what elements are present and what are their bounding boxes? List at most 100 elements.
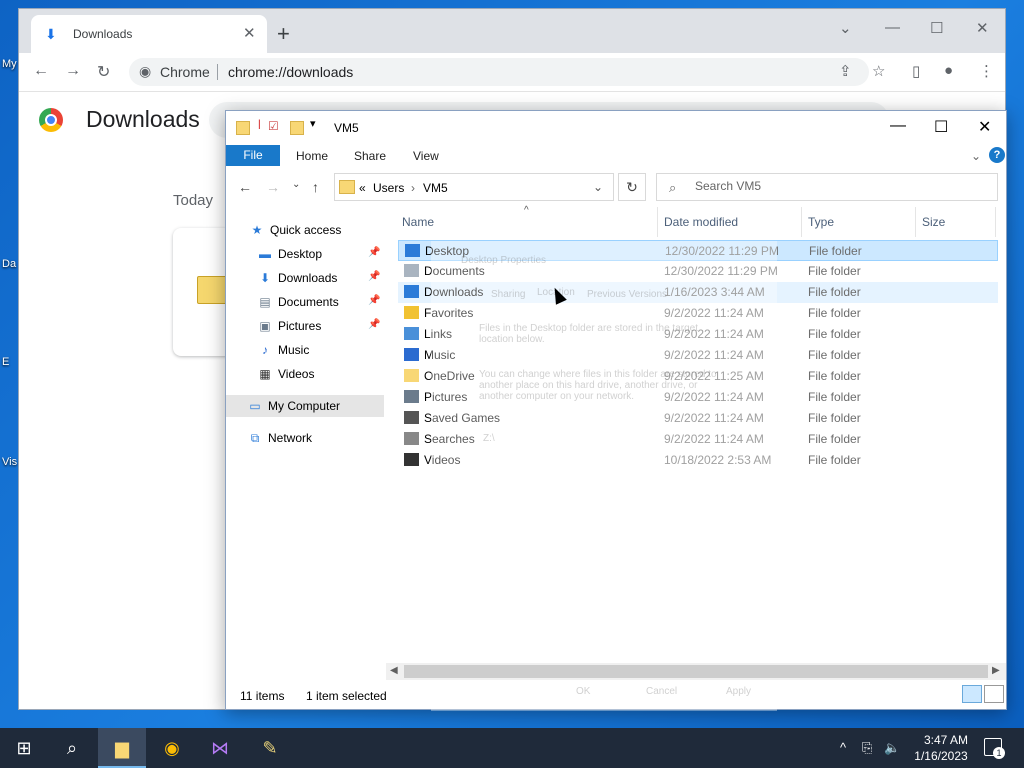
file-type: File folder: [808, 327, 861, 341]
window-title: VM5: [334, 121, 359, 135]
large-icons-view-icon[interactable]: [984, 685, 1004, 703]
file-type: File folder: [808, 390, 861, 404]
nav-item-my-computer[interactable]: ▭ My Computer: [226, 395, 384, 417]
nav-item-label: Music: [278, 343, 310, 357]
scrollbar-thumb[interactable]: [404, 665, 988, 678]
clock-time[interactable]: 3:47 AM: [916, 733, 976, 747]
ribbon-home-tab[interactable]: Home: [296, 149, 328, 163]
file-explorer-window: | ☑ ▾ VM5 — ☐ ✕ File Home Share View ⌄ ?…: [225, 110, 1007, 711]
film-icon: ▦: [259, 367, 271, 381]
maximize-button[interactable]: ☐: [930, 19, 943, 37]
nav-item-pictures[interactable]: ▣ Pictures 📌: [226, 315, 384, 337]
desktop-icon-label[interactable]: Da: [2, 258, 16, 270]
close-tab-icon[interactable]: ✕: [243, 24, 256, 42]
date-heading: Today: [173, 192, 214, 209]
desktop-icon-label[interactable]: E: [2, 356, 9, 368]
nav-item-downloads[interactable]: ⬇ Downloads 📌: [226, 267, 384, 289]
clock-date[interactable]: 1/16/2023: [910, 749, 972, 763]
ribbon-view-tab[interactable]: View: [413, 149, 439, 163]
minimize-button[interactable]: —: [890, 117, 906, 135]
documents-icon: ▤: [259, 295, 271, 309]
pin-icon[interactable]: 📌: [368, 247, 380, 258]
omnibox[interactable]: ◉ Chrome chrome://downloads: [129, 58, 869, 86]
close-window-button[interactable]: ✕: [978, 117, 991, 137]
forward-arrow-icon[interactable]: →: [266, 179, 280, 195]
search-box[interactable]: ⌕: [656, 173, 998, 201]
network-status-icon[interactable]: ⎘: [862, 740, 872, 756]
dialog-tab-sharing: Sharing: [491, 289, 526, 300]
saved-games-icon: [404, 411, 419, 424]
maximize-button[interactable]: ☐: [934, 117, 948, 137]
new-folder-icon[interactable]: [290, 121, 304, 135]
nav-item-videos[interactable]: ▦ Videos: [226, 363, 384, 385]
desktop-icon-label[interactable]: Vis: [2, 456, 17, 468]
column-header-date-modified[interactable]: Date modified: [658, 207, 802, 237]
chrome-site-icon[interactable]: ◉: [139, 63, 151, 80]
address-bar[interactable]: « Users › VM5 ⌄: [334, 173, 614, 201]
page-title: Downloads: [86, 106, 200, 132]
network-icon: ⧉: [250, 431, 260, 445]
documents-icon: [404, 264, 419, 277]
expand-ribbon-chevron-icon[interactable]: ⌄: [971, 149, 981, 163]
horizontal-scrollbar[interactable]: ◀ ▶: [386, 663, 1006, 680]
nav-item-documents[interactable]: ▤ Documents 📌: [226, 291, 384, 313]
quick-access-dropdown-icon[interactable]: ▾: [310, 117, 316, 130]
sort-ascending-icon: ^: [524, 205, 529, 216]
pin-icon[interactable]: 📌: [368, 319, 380, 330]
profile-avatar-icon[interactable]: ●: [944, 62, 953, 79]
minimize-button[interactable]: —: [885, 19, 900, 36]
nav-item-network[interactable]: ⧉ Network: [226, 427, 384, 449]
notifications-icon[interactable]: 1: [984, 738, 1005, 759]
back-button[interactable]: ←: [33, 62, 49, 80]
refresh-icon[interactable]: ↻: [618, 173, 646, 201]
properties-checkmark-icon[interactable]: ☑: [268, 119, 279, 133]
close-window-button[interactable]: ✕: [976, 19, 989, 37]
new-tab-button[interactable]: +: [277, 23, 290, 45]
file-type: File folder: [808, 369, 861, 383]
bookmark-star-icon[interactable]: ☆: [872, 62, 885, 80]
url-text[interactable]: chrome://downloads: [228, 64, 353, 80]
nav-item-music[interactable]: ♪ Music: [226, 339, 384, 361]
nav-item-label: Desktop: [278, 247, 323, 261]
search-input[interactable]: [693, 178, 987, 194]
nav-item-desktop[interactable]: ▬ Desktop 📌: [226, 243, 384, 265]
reload-button[interactable]: ↻: [97, 62, 110, 82]
recent-locations-chevron-icon[interactable]: ⌄: [292, 179, 300, 190]
scroll-left-icon[interactable]: ◀: [390, 665, 398, 676]
show-hidden-icons-chevron-icon[interactable]: ^: [840, 740, 846, 755]
download-item-card[interactable]: [173, 228, 233, 356]
volume-icon[interactable]: 🔈: [884, 740, 900, 756]
back-arrow-icon[interactable]: ←: [238, 179, 252, 195]
file-type: File folder: [808, 453, 861, 467]
nav-item-label: Downloads: [278, 271, 338, 285]
address-dropdown-icon[interactable]: ⌄: [593, 180, 603, 194]
ribbon-share-tab[interactable]: Share: [354, 149, 386, 163]
column-header-size[interactable]: Size: [916, 207, 996, 237]
file-type: File folder: [808, 285, 861, 299]
ribbon-file-tab[interactable]: File: [226, 145, 280, 166]
desktop-icon-label[interactable]: My: [2, 58, 17, 70]
tab-search-chevron-icon[interactable]: ⌄: [839, 19, 852, 37]
scroll-right-icon[interactable]: ▶: [992, 665, 1000, 676]
up-arrow-icon[interactable]: ↑: [312, 179, 319, 195]
folder-icon: [339, 180, 355, 194]
nav-item-quick-access[interactable]: ★ Quick access: [226, 219, 384, 241]
pin-icon[interactable]: 📌: [368, 295, 380, 306]
breadcrumb-overflow[interactable]: «: [359, 181, 366, 195]
download-arrow-icon: ⬇: [259, 271, 271, 285]
breadcrumb-vm5[interactable]: VM5: [423, 181, 448, 195]
notification-count: 1: [993, 747, 1005, 759]
details-view-icon[interactable]: [962, 685, 982, 703]
file-type: File folder: [808, 432, 861, 446]
share-icon[interactable]: ⇪: [839, 62, 852, 80]
column-header-type[interactable]: Type: [802, 207, 916, 237]
breadcrumb-users[interactable]: Users: [373, 181, 404, 195]
chrome-tab-downloads[interactable]: ⬇ Downloads ✕: [31, 15, 267, 53]
side-panel-icon[interactable]: ▯: [912, 62, 920, 80]
kebab-menu-icon[interactable]: ⋮: [979, 62, 994, 80]
star-icon: ★: [251, 223, 263, 237]
help-icon[interactable]: ?: [989, 147, 1005, 163]
forward-button[interactable]: →: [65, 62, 81, 80]
pin-icon[interactable]: 📌: [368, 271, 380, 282]
status-bar: 11 items 1 item selected: [226, 681, 1006, 709]
